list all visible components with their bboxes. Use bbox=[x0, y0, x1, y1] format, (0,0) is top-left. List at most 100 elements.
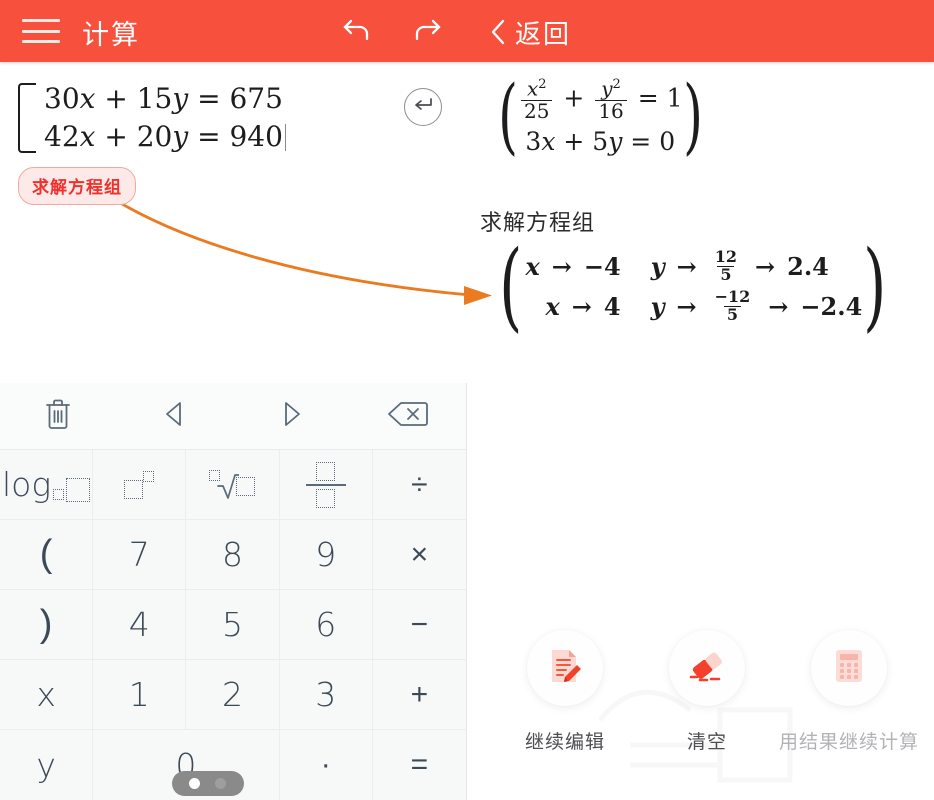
power-key[interactable] bbox=[93, 450, 187, 520]
trash-button[interactable] bbox=[0, 383, 117, 449]
fraction-bar bbox=[305, 483, 346, 486]
plus-key[interactable]: + bbox=[372, 660, 466, 730]
sol-y-dec-2: −2.4 bbox=[800, 292, 863, 322]
arrow-right-icon bbox=[278, 399, 304, 434]
var-b-1: y bbox=[172, 82, 189, 115]
key-6[interactable]: 6 bbox=[279, 590, 373, 660]
rhs-1: 675 bbox=[229, 82, 283, 115]
paren-close-key[interactable]: ) bbox=[0, 590, 94, 660]
system-brace bbox=[18, 83, 36, 153]
undo-button[interactable] bbox=[334, 10, 382, 54]
backspace-button[interactable] bbox=[350, 383, 467, 449]
coef-b-2: 20 bbox=[136, 120, 173, 153]
fraction-x2-over-25: x2 25 bbox=[521, 78, 553, 122]
key-9[interactable]: 9 bbox=[279, 520, 373, 590]
input-equation-system[interactable]: 30x + 15y = 675 42x + 20y = 940 bbox=[18, 80, 287, 156]
solution-matrix: ( x → −4 y → 12 5 → 2.4 x → 4 y → −12 5 … bbox=[492, 230, 894, 342]
input-equation-lines: 30x + 15y = 675 42x + 20y = 940 bbox=[44, 80, 287, 156]
result-problem-row-1: x2 25 + y2 16 = 1 bbox=[518, 78, 683, 122]
decimal-key[interactable]: · bbox=[280, 730, 373, 800]
key-label: 2 bbox=[221, 675, 243, 714]
sol-arrow-dec-2: → bbox=[768, 292, 789, 322]
eraser-icon bbox=[687, 648, 727, 689]
key-2[interactable]: 2 bbox=[186, 660, 280, 730]
key-0[interactable]: 0 bbox=[93, 730, 280, 800]
page-dot-active bbox=[189, 778, 201, 789]
var-y-key[interactable]: y bbox=[0, 730, 94, 800]
sqrt-key[interactable] bbox=[186, 450, 280, 520]
fraction-denominator: 25 bbox=[521, 99, 553, 122]
divide-key[interactable]: ÷ bbox=[372, 450, 466, 520]
op-1: + bbox=[104, 82, 128, 115]
text-caret bbox=[284, 124, 287, 151]
key-8[interactable]: 8 bbox=[186, 520, 280, 590]
key-4[interactable]: 4 bbox=[93, 590, 187, 660]
result-problem-rows: x2 25 + y2 16 = 1 3x + 5y = 0 bbox=[518, 78, 683, 156]
continue-edit-button[interactable]: 继续编辑 bbox=[490, 630, 640, 754]
sol-y-var-2: y bbox=[650, 292, 665, 322]
multiply-key[interactable]: × bbox=[372, 520, 466, 590]
clear-button[interactable]: 清空 bbox=[632, 630, 782, 754]
key-label: − bbox=[410, 607, 429, 641]
key-label: 5 bbox=[221, 605, 243, 644]
fraction-key[interactable] bbox=[279, 450, 373, 520]
rhs-2: 940 bbox=[229, 120, 283, 153]
sqrt-radicand-placeholder bbox=[236, 476, 256, 496]
var-b-2: y bbox=[172, 120, 189, 153]
fraction-numerator: −12 bbox=[714, 287, 751, 307]
hamburger-icon[interactable] bbox=[22, 17, 60, 45]
equals-key[interactable]: = bbox=[373, 730, 466, 800]
action-circle bbox=[527, 630, 603, 706]
app-header: 计算 返回 bbox=[0, 0, 934, 62]
problem-rhs-1: 1 bbox=[666, 83, 683, 113]
problem-op-2: + bbox=[563, 126, 585, 156]
minus-key[interactable]: − bbox=[372, 590, 466, 660]
key-label: 3 bbox=[315, 675, 337, 714]
sol-arrow-y-1: → bbox=[676, 251, 697, 281]
key-label: 1 bbox=[128, 675, 150, 714]
sol-y-var-1: y bbox=[650, 251, 665, 281]
key-3[interactable]: 3 bbox=[279, 660, 373, 730]
back-label: 返回 bbox=[515, 19, 572, 50]
cursor-left-button[interactable] bbox=[117, 383, 234, 449]
sol-fraction-1: 12 5 bbox=[712, 246, 740, 284]
keypad-page-indicator[interactable] bbox=[171, 771, 244, 796]
keypad-grid: log ÷ (7 8 9 ×) 4 5 6 − x 1 2 3 + y 0 … bbox=[0, 450, 466, 800]
sol-x-val-1: −4 bbox=[583, 251, 621, 281]
key-1[interactable]: 1 bbox=[93, 660, 187, 730]
log-label: log bbox=[2, 465, 52, 504]
continue-with-result-button[interactable]: 用结果继续计算 bbox=[774, 630, 924, 754]
cursor-right-button[interactable] bbox=[233, 383, 350, 449]
key-label: + bbox=[410, 677, 429, 711]
action-label: 用结果继续计算 bbox=[778, 731, 919, 753]
solution-rows: x → −4 y → 12 5 → 2.4 x → 4 y → −12 5 → … bbox=[523, 246, 863, 324]
sol-y-dec-1: 2.4 bbox=[787, 251, 829, 281]
action-label: 继续编辑 bbox=[524, 731, 605, 753]
paren-open-key[interactable]: ( bbox=[0, 520, 94, 590]
paren-right: ) bbox=[863, 230, 887, 342]
document-pencil-icon bbox=[547, 647, 583, 690]
key-5[interactable]: 5 bbox=[186, 590, 280, 660]
key-7[interactable]: 7 bbox=[93, 520, 187, 590]
var-x-key[interactable]: x bbox=[0, 660, 94, 730]
keypad-toolbar bbox=[0, 383, 466, 450]
result-problem-row-2: 3x + 5y = 0 bbox=[525, 127, 675, 156]
problem-eq-2: = bbox=[630, 126, 652, 156]
enter-submit-button[interactable] bbox=[404, 88, 442, 126]
redo-button[interactable] bbox=[402, 10, 450, 54]
fraction-denominator-placeholder bbox=[316, 488, 336, 508]
op-2: + bbox=[104, 120, 128, 153]
coef-b-1: 15 bbox=[136, 82, 173, 115]
sol-x-var-2: x bbox=[545, 292, 560, 322]
sol-x-var-1: x bbox=[525, 251, 540, 281]
key-label: 4 bbox=[128, 605, 150, 644]
fraction-numerator: 12 bbox=[714, 246, 738, 266]
back-button[interactable]: 返回 bbox=[490, 10, 571, 54]
problem-coef-b-2: 5 bbox=[592, 126, 609, 156]
solve-system-badge[interactable]: 求解方程组 bbox=[18, 167, 136, 205]
coef-a-1: 30 bbox=[44, 82, 80, 115]
problem-eq-1: = bbox=[637, 83, 659, 113]
log-key[interactable]: log bbox=[0, 450, 94, 520]
fraction-denominator: 5 bbox=[723, 306, 742, 324]
sol-arrow-dec-1: → bbox=[755, 251, 776, 281]
